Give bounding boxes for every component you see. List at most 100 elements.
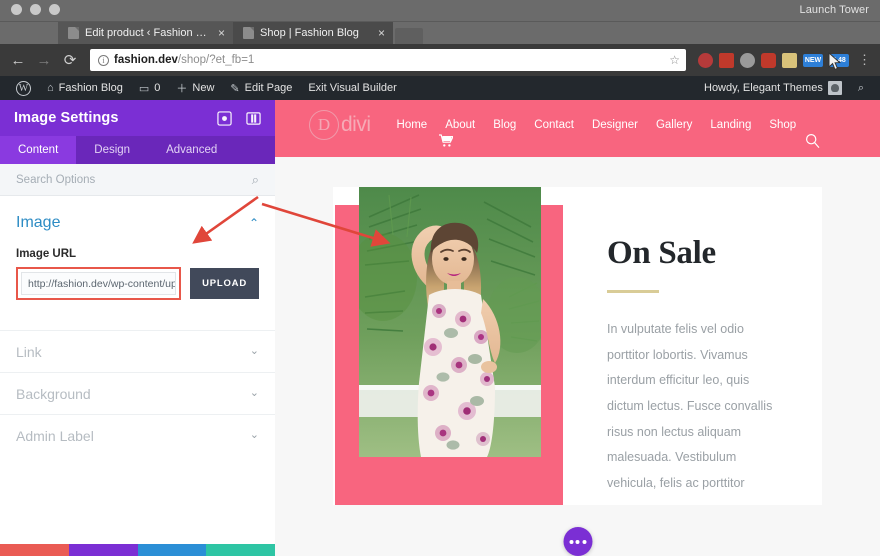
nav-item-landing[interactable]: Landing xyxy=(710,119,751,131)
site-info-icon[interactable]: i xyxy=(98,54,109,66)
wp-admin-bar-right: Howdy, Elegant Themes ⌕ xyxy=(696,76,872,100)
wp-logo-menu[interactable]: W xyxy=(8,76,39,100)
address-bar-url: fashion.dev/shop/?et_fb=1 xyxy=(114,54,254,66)
dot-icon xyxy=(569,539,573,544)
tab-advanced[interactable]: Advanced xyxy=(148,136,235,164)
nav-item-gallery[interactable]: Gallery xyxy=(656,119,692,131)
title-divider xyxy=(607,290,659,293)
extension-gray-circle-icon[interactable] xyxy=(740,52,755,68)
divi-logo-text: divi xyxy=(341,113,371,136)
search-options-placeholder: Search Options xyxy=(16,173,96,186)
cancel-button[interactable]: ✖ xyxy=(0,544,69,556)
panel-tabs: Content Design Advanced xyxy=(0,136,275,164)
chevron-up-icon[interactable]: ⌃ xyxy=(249,217,259,229)
tab-title: Edit product ‹ Fashion Blog — xyxy=(85,27,212,39)
section-admin-label[interactable]: Admin Label ⌄ xyxy=(0,414,275,456)
pencil-icon: ✎ xyxy=(230,82,240,95)
panel-body: Image ⌃ Image URL http://fashion.dev/wp-… xyxy=(0,196,275,544)
close-tab-icon[interactable]: × xyxy=(378,27,385,39)
browser-toolbar: ← → ⟳ i fashion.dev/shop/?et_fb=1 ☆ NEW … xyxy=(0,44,880,76)
panel-header: Image Settings xyxy=(0,100,275,136)
nav-item-designer[interactable]: Designer xyxy=(592,119,638,131)
focus-target-icon[interactable] xyxy=(217,110,232,126)
comments-count: 0 xyxy=(154,82,161,94)
image-section: Image ⌃ Image URL http://fashion.dev/wp-… xyxy=(0,196,275,306)
address-bar[interactable]: i fashion.dev/shop/?et_fb=1 ☆ xyxy=(90,49,686,71)
undo-button[interactable]: ↺ xyxy=(68,544,138,556)
page-title: On Sale xyxy=(607,235,716,271)
section-admin-label-label: Admin Label xyxy=(16,427,94,444)
image-module[interactable] xyxy=(335,187,565,505)
image-url-row: http://fashion.dev/wp-content/upl UPLOAD xyxy=(16,267,259,300)
product-photo-image xyxy=(359,187,541,457)
tab-content[interactable]: Content xyxy=(0,136,77,164)
save-button[interactable]: ✔ xyxy=(206,544,275,556)
close-window-button[interactable] xyxy=(11,4,22,15)
section-link-label: Link xyxy=(16,343,42,360)
tab-design[interactable]: Design xyxy=(76,136,148,164)
back-icon[interactable]: ← xyxy=(6,48,30,72)
browser-tab-shop[interactable]: Shop | Fashion Blog × xyxy=(233,22,393,44)
redo-button[interactable]: ↻ xyxy=(137,544,207,556)
nav-item-contact[interactable]: Contact xyxy=(534,119,574,131)
extension-red-cross-icon[interactable] xyxy=(761,52,776,68)
extension-red-square-icon[interactable] xyxy=(719,52,734,68)
close-tab-icon[interactable]: × xyxy=(218,27,225,39)
product-photo[interactable] xyxy=(359,187,541,457)
wp-search-button[interactable]: ⌕ xyxy=(850,76,872,100)
wp-comments[interactable]: ▭ 0 xyxy=(131,76,169,100)
browser-tab-edit-product[interactable]: Edit product ‹ Fashion Blog — × xyxy=(58,22,233,44)
launch-tower-menu[interactable]: Launch Tower xyxy=(800,4,870,16)
panel-action-bar: ✖ ↺ ↻ ✔ xyxy=(0,544,275,556)
bookmark-star-icon[interactable]: ☆ xyxy=(669,53,680,67)
browser-tab-strip: Edit product ‹ Fashion Blog — × Shop | F… xyxy=(0,22,880,44)
wp-site-name[interactable]: ⌂ Fashion Blog xyxy=(39,76,131,100)
chevron-down-icon[interactable]: ⌄ xyxy=(250,388,259,399)
body-paragraph: In vulputate felis vel odio porttitor lo… xyxy=(607,322,773,490)
wp-exit-visual-builder[interactable]: Exit Visual Builder xyxy=(300,76,404,100)
search-icon[interactable] xyxy=(805,133,820,148)
reload-icon[interactable]: ⟳ xyxy=(58,48,82,72)
page-settings-fab-button[interactable] xyxy=(563,527,592,556)
comment-bubble-icon: ▭ xyxy=(138,82,150,95)
chevron-down-icon[interactable]: ⌄ xyxy=(250,346,259,357)
image-section-title: Image xyxy=(16,214,61,231)
nav-item-home[interactable]: Home xyxy=(397,119,428,131)
wp-edit-page[interactable]: ✎ Edit Page xyxy=(222,76,300,100)
minimize-window-button[interactable] xyxy=(30,4,41,15)
browser-menu-icon[interactable]: ⋮ xyxy=(855,52,874,68)
edit-page-label: Edit Page xyxy=(244,82,293,94)
upload-button[interactable]: UPLOAD xyxy=(190,268,259,299)
new-tab-button[interactable] xyxy=(395,28,423,44)
divi-logo-mark-icon: D xyxy=(309,110,339,140)
wordpress-logo-icon: W xyxy=(16,80,31,96)
mouse-cursor xyxy=(828,52,841,71)
chevron-down-icon[interactable]: ⌄ xyxy=(250,430,259,441)
page-favicon-icon xyxy=(243,27,254,39)
site-canvas: On Sale In vulputate felis vel odio port… xyxy=(275,157,880,556)
wp-new-menu[interactable]: ＋ New xyxy=(168,76,222,100)
image-section-header[interactable]: Image ⌃ xyxy=(16,214,259,232)
extension-yellow-icon[interactable] xyxy=(782,52,797,68)
image-url-input[interactable]: http://fashion.dev/wp-content/upl xyxy=(21,272,177,295)
nav-item-about[interactable]: About xyxy=(445,119,475,131)
window-controls[interactable] xyxy=(0,4,69,21)
panel-layout-icon[interactable] xyxy=(246,111,261,126)
page-favicon-icon xyxy=(68,27,79,39)
search-options-field[interactable]: Search Options ⌕ xyxy=(0,164,275,196)
forward-icon[interactable]: → xyxy=(32,48,56,72)
extension-red-circle-icon[interactable] xyxy=(698,52,713,68)
extension-new-badge-icon[interactable]: NEW xyxy=(803,53,823,67)
zoom-window-button[interactable] xyxy=(49,4,60,15)
section-background[interactable]: Background ⌄ xyxy=(0,372,275,414)
url-path: /shop/?et_fb=1 xyxy=(177,54,255,66)
section-link[interactable]: Link ⌄ xyxy=(0,330,275,372)
wp-howdy-menu[interactable]: Howdy, Elegant Themes xyxy=(696,76,850,100)
nav-item-shop[interactable]: Shop xyxy=(769,119,796,131)
panel-header-icons xyxy=(217,110,261,126)
site-navigation: Home About Blog Contact Designer Gallery… xyxy=(397,119,797,131)
nav-item-blog[interactable]: Blog xyxy=(493,119,516,131)
shopping-cart-icon[interactable] xyxy=(439,134,453,147)
divi-logo[interactable]: D divi xyxy=(309,110,371,140)
os-titlebar: Launch Tower xyxy=(0,0,880,22)
